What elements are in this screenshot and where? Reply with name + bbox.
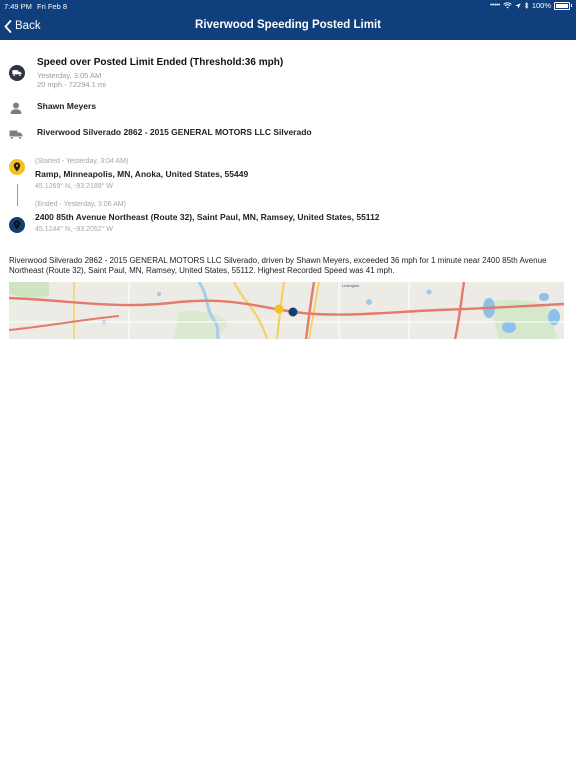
park-area [9, 282, 49, 298]
status-date: Fri Feb 8 [37, 2, 68, 11]
person-icon [9, 101, 25, 117]
truck-icon [9, 127, 25, 143]
status-time: 7:49 PM [4, 2, 32, 11]
map-place-label: Lexington [342, 283, 359, 288]
event-details: 20 mph - 72294.1 mi [37, 80, 106, 89]
end-marker[interactable] [288, 307, 298, 317]
navigation-bar: Back Riverwood Speeding Posted Limit [0, 12, 576, 40]
status-bar: 7:49 PM Fri Feb 8 ••••• 100% [0, 0, 576, 12]
battery-icon [554, 1, 572, 10]
lake [157, 292, 161, 296]
vehicle-name: Riverwood Silverado 2862 - 2015 GENERAL … [37, 127, 312, 137]
page-title: Riverwood Speeding Posted Limit [195, 19, 381, 31]
driver-name: Shawn Meyers [37, 101, 97, 111]
location-arrow-icon [515, 2, 521, 9]
route-map[interactable]: Lexington [9, 282, 564, 339]
start-coords: 45.1269° N, -93.2189° W [35, 183, 113, 190]
end-address: 2400 85th Avenue Northeast (Route 32), S… [35, 212, 380, 222]
start-address: Ramp, Minneapolis, MN, Anoka, United Sta… [35, 169, 249, 179]
start-marker[interactable] [274, 304, 284, 314]
end-coords: 45.1244° N, -93.2052° W [35, 226, 113, 233]
start-label: (Started - Yesterday, 3:04 AM) [35, 158, 129, 165]
event-title: Speed over Posted Limit Ended (Threshold… [37, 57, 284, 68]
truck-icon [9, 65, 25, 81]
end-label: (Ended - Yesterday, 3:06 AM) [35, 201, 126, 208]
lake [366, 299, 372, 305]
lake [539, 293, 549, 301]
route-connector-line [17, 184, 18, 206]
status-indicators: ••••• 100% [490, 1, 572, 10]
lake [426, 289, 432, 295]
lake [548, 309, 560, 325]
battery-percent: 100% [531, 1, 551, 10]
event-time: Yesterday, 3:05 AM [37, 71, 102, 80]
wifi-icon [503, 2, 512, 9]
event-summary: Riverwood Silverado 2862 - 2015 GENERAL … [9, 256, 547, 275]
signal-icon: ••••• [490, 2, 500, 9]
map-pin-icon [9, 159, 25, 175]
bluetooth-icon [524, 2, 529, 9]
map-canvas: Lexington [9, 282, 564, 339]
lake [502, 321, 516, 333]
map-pin-icon [9, 217, 25, 233]
